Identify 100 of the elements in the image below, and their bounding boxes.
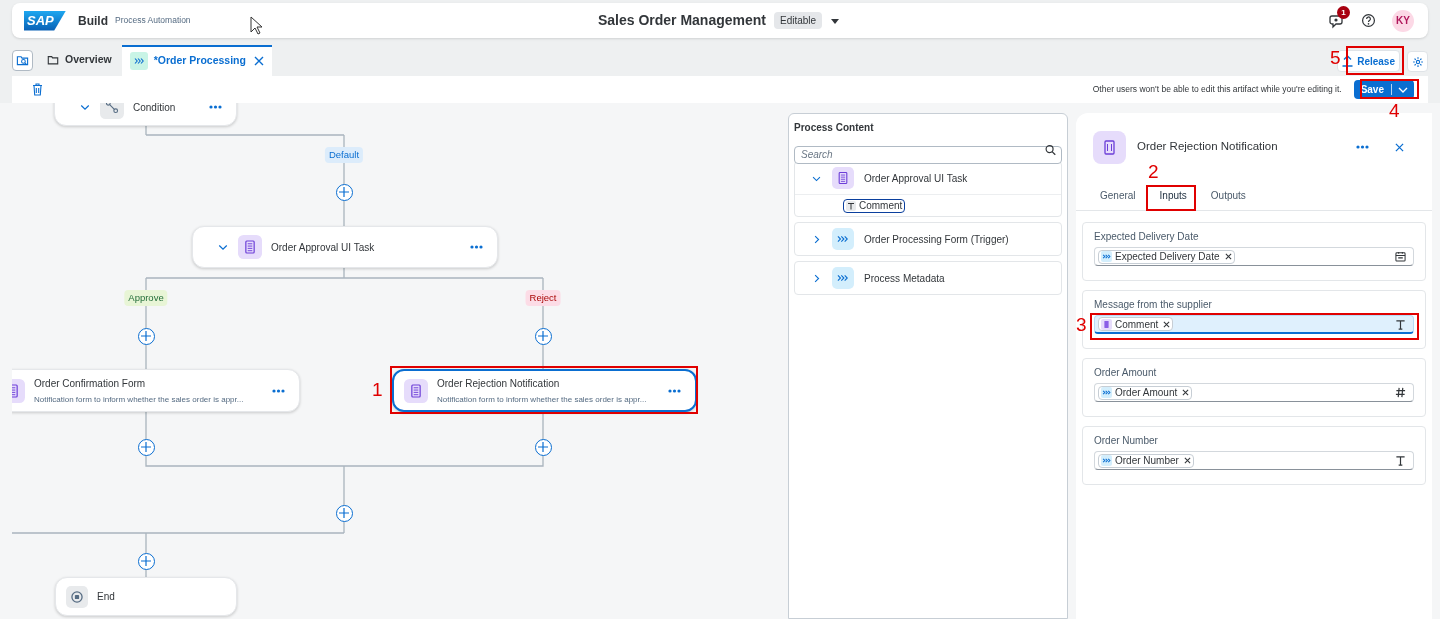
sap-logo[interactable]: SAP (24, 10, 66, 31)
process-node[interactable]: End (55, 577, 237, 616)
annotation-number: 1 (372, 380, 383, 400)
search-button[interactable] (12, 49, 33, 71)
status-badge: Editable (773, 12, 823, 29)
notification-badge: 1 (1337, 5, 1350, 19)
annotation-box (1346, 46, 1404, 75)
close-icon[interactable] (253, 56, 264, 66)
plus-icon (141, 556, 151, 566)
plus-icon (141, 331, 151, 341)
node-description: Notification form to inform whether the sales order is appr... (34, 393, 245, 406)
process-node[interactable]: Order Approval UI Task (192, 226, 498, 268)
settings-button[interactable] (1407, 51, 1428, 72)
panel-tab[interactable]: Inputs (1147, 183, 1199, 208)
panel-tab[interactable]: General (1088, 183, 1148, 208)
search-icon[interactable] (1045, 144, 1056, 156)
branch-label: Default (324, 146, 364, 164)
field-label: Message from the supplier (1094, 299, 1212, 310)
more-icon[interactable] (668, 388, 681, 393)
node-title: End (97, 590, 116, 604)
search-folder-icon (16, 53, 29, 67)
form-icon (832, 167, 854, 189)
add-step-button[interactable] (137, 438, 155, 456)
plus-icon (339, 187, 349, 197)
info-message: Other users won't be able to edit this artifact while you're editing it. (1092, 83, 1342, 96)
add-step-button[interactable] (335, 183, 353, 201)
upload-icon (1342, 55, 1354, 67)
variable-token[interactable]: Order Amount (1098, 385, 1193, 400)
folder-icon (47, 54, 59, 66)
tree-item[interactable]: Process Metadata (795, 262, 1061, 294)
user-avatar[interactable]: KY (1392, 9, 1414, 32)
add-step-button[interactable] (137, 552, 155, 570)
settings-icon (1411, 55, 1424, 68)
plus-icon (538, 442, 548, 452)
remove-icon[interactable] (1182, 389, 1190, 396)
product-name: Build (78, 12, 108, 30)
trash-icon[interactable] (32, 83, 43, 96)
form-icon (1093, 130, 1126, 164)
field-label: Order Number (1094, 435, 1158, 446)
token-input-field[interactable]: Comment (1094, 315, 1414, 334)
panel-tab[interactable]: Outputs (1198, 183, 1258, 208)
process-node[interactable]: Order Rejection Notification Notification form to inform whether the sales order is appr... (392, 369, 697, 412)
tree-item[interactable]: Order Approval UI Task (795, 162, 1061, 194)
annotation-number: 4 (1389, 101, 1400, 121)
panel-title: Order Rejection Notification (1137, 139, 1279, 155)
chevrons-icon (832, 267, 854, 289)
add-step-button[interactable] (534, 438, 552, 456)
chevron-down-icon[interactable] (79, 103, 91, 113)
chat-icon[interactable] (1329, 12, 1345, 29)
text-type-icon (846, 200, 856, 211)
page-title: Sales Order Management (597, 11, 766, 30)
plus-icon (538, 331, 548, 341)
tree-item[interactable]: Order Processing Form (Trigger) (795, 223, 1061, 255)
node-title: Order Approval UI Task (271, 240, 376, 255)
node-title: Order Rejection Notification (437, 376, 561, 391)
node-description: Notification form to inform whether the sales order is appr... (437, 393, 648, 406)
chevrons-icon (832, 228, 854, 250)
plus-icon (141, 442, 151, 452)
panel-title: Process Content (794, 121, 875, 135)
node-title: Order Confirmation Form (34, 376, 147, 391)
branch-label: Approve (124, 289, 168, 307)
editor-tab[interactable]: *Order Processing (121, 44, 272, 76)
search-field[interactable]: Search (794, 145, 1062, 164)
product-subtitle: Process Automation (115, 14, 191, 27)
variable-token[interactable]: Order Number (1098, 453, 1194, 468)
more-icon[interactable] (209, 105, 222, 109)
remove-icon[interactable] (1163, 320, 1171, 328)
cursor-icon (250, 16, 263, 35)
variable-token[interactable]: Expected Delivery Date (1098, 249, 1235, 264)
process-node[interactable]: Condition (54, 103, 237, 126)
field-label: Expected Delivery Date (1094, 231, 1199, 242)
editor-tab[interactable]: Overview (39, 44, 122, 76)
annotation-number: 3 (1076, 315, 1087, 335)
token-input-field[interactable]: Order Amount (1094, 383, 1414, 402)
stop-icon (66, 585, 88, 608)
variable-token[interactable]: Comment (1098, 317, 1174, 331)
annotation-box (1146, 185, 1196, 211)
more-icon[interactable] (272, 388, 285, 393)
form-icon (404, 378, 428, 403)
help-icon[interactable] (1361, 13, 1376, 28)
add-step-button[interactable] (137, 327, 155, 345)
form-icon (238, 235, 262, 259)
chevrons-icon (129, 52, 148, 70)
remove-icon[interactable] (1224, 253, 1232, 260)
close-icon[interactable] (1395, 142, 1404, 152)
process-node[interactable]: Order Confirmation Form Notification form to inform whether the sales order is appr... (12, 369, 300, 412)
token-input-field[interactable]: Expected Delivery Date (1094, 247, 1414, 266)
variable-chip[interactable]: Comment (843, 198, 906, 213)
annotation-number: 2 (1148, 162, 1159, 182)
branch-label: Reject (525, 289, 561, 307)
node-title: Condition (133, 103, 177, 115)
field-label: Order Amount (1094, 367, 1157, 378)
more-icon[interactable] (1356, 145, 1369, 149)
add-step-button[interactable] (534, 327, 552, 345)
remove-icon[interactable] (1183, 457, 1191, 464)
token-input-field[interactable]: Order Number (1094, 451, 1414, 470)
more-icon[interactable] (470, 245, 483, 249)
add-step-button[interactable] (335, 504, 353, 522)
annotation-box (1360, 79, 1419, 99)
plus-icon (339, 508, 349, 518)
